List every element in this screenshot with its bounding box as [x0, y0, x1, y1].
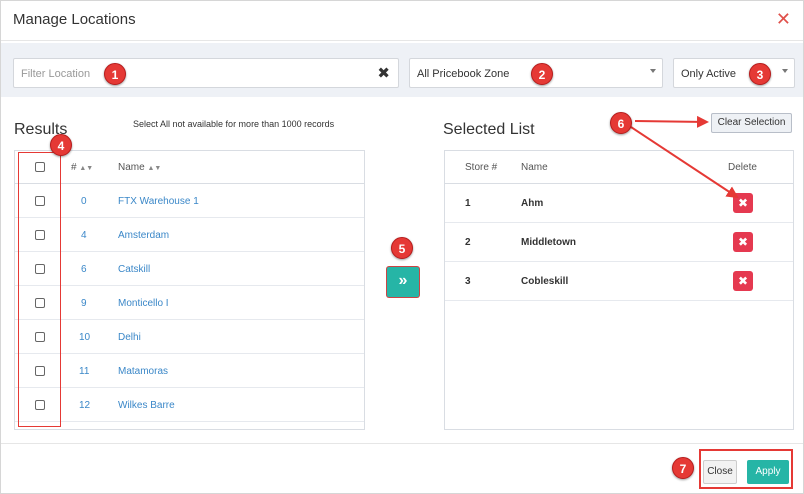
status-select[interactable]: Only Active [673, 58, 795, 88]
table-row: 12 Wilkes Barre [15, 388, 364, 422]
col-delete-header: Delete [728, 162, 757, 173]
delete-button[interactable]: ✖ [733, 193, 753, 213]
row-name-link[interactable]: Catskill [118, 264, 150, 275]
selected-list-title: Selected List [443, 121, 535, 138]
row-number: 9 [81, 298, 87, 309]
sort-icon: ▲▼ [147, 165, 162, 172]
clear-selection-button[interactable]: Clear Selection [711, 113, 792, 133]
sort-icon: ▲▼ [79, 165, 94, 172]
delete-button[interactable]: ✖ [733, 271, 753, 291]
store-name: Ahm [521, 198, 544, 209]
row-checkbox[interactable] [35, 230, 45, 240]
selected-row: 2 Middletown ✖ [445, 223, 793, 262]
chevron-down-icon [650, 69, 656, 73]
chevron-down-icon [782, 69, 788, 73]
table-row: 4 Amsterdam [15, 218, 364, 252]
store-name: Cobleskill [521, 276, 569, 287]
delete-button[interactable]: ✖ [733, 232, 753, 252]
clear-filter-icon[interactable]: ✖ [377, 64, 390, 82]
row-number: 6 [81, 264, 87, 275]
table-row: 9 Monticello I [15, 286, 364, 320]
results-header: # ▲▼ Name ▲▼ [15, 151, 364, 184]
row-name-link[interactable]: Wilkes Barre [118, 400, 175, 411]
annotation-badge: 2 [531, 63, 553, 85]
results-table: # ▲▼ Name ▲▼ 0 FTX Warehouse 1 4 Amsterd… [14, 150, 365, 430]
status-value: Only Active [681, 68, 737, 80]
annotation-badge: 4 [50, 134, 72, 156]
dialog-title: Manage Locations [13, 11, 136, 28]
annotation-badge: 7 [672, 457, 694, 479]
table-row: 11 Matamoras [15, 354, 364, 388]
annotation-badge: 5 [391, 237, 413, 259]
col-number-header[interactable]: # ▲▼ [71, 162, 93, 173]
row-name-link[interactable]: Delhi [118, 332, 141, 343]
store-number: 3 [465, 276, 471, 287]
row-checkbox[interactable] [35, 196, 45, 206]
table-row: 0 FTX Warehouse 1 [15, 184, 364, 218]
row-number: 4 [81, 230, 87, 241]
select-all-note: Select All not available for more than 1… [133, 119, 335, 129]
dialog-header: Manage Locations ✕ [1, 1, 803, 41]
row-checkbox[interactable] [35, 332, 45, 342]
selected-row: 1 Ahm ✖ [445, 184, 793, 223]
annotation-badge: 1 [104, 63, 126, 85]
row-number: 11 [79, 366, 90, 377]
store-name: Middletown [521, 237, 576, 248]
annotation-badge: 3 [749, 63, 771, 85]
row-checkbox[interactable] [35, 366, 45, 376]
row-name-link[interactable]: Amsterdam [118, 230, 169, 241]
row-name-link[interactable]: FTX Warehouse 1 [118, 196, 199, 207]
arrow-to-clear-selection [634, 115, 709, 128]
pricebook-zone-value: All Pricebook Zone [417, 68, 510, 80]
apply-button[interactable]: Apply [747, 460, 789, 484]
filter-location-placeholder: Filter Location [21, 68, 91, 80]
close-icon[interactable]: ✕ [776, 9, 791, 29]
selected-table: Store # Name Delete 1 Ahm ✖ 2 Middletown… [444, 150, 794, 430]
col-name-header: Name [521, 162, 548, 173]
annotation-badge: 6 [610, 112, 632, 134]
row-number: 0 [81, 196, 87, 207]
close-button[interactable]: Close [703, 460, 737, 484]
move-to-selected-button[interactable]: » [387, 267, 419, 297]
selected-header: Store # Name Delete [445, 151, 793, 184]
select-all-checkbox[interactable] [35, 162, 45, 172]
col-store-header: Store # [465, 162, 498, 173]
row-checkbox[interactable] [35, 298, 45, 308]
col-name-header[interactable]: Name ▲▼ [118, 162, 161, 173]
row-checkbox[interactable] [35, 264, 45, 274]
table-row: 10 Delhi [15, 320, 364, 354]
row-checkbox[interactable] [35, 400, 45, 410]
row-number: 12 [79, 400, 91, 411]
selected-row: 3 Cobleskill ✖ [445, 262, 793, 301]
store-number: 2 [465, 237, 471, 248]
filter-location-input[interactable]: Filter Location ✖ [13, 58, 399, 88]
manage-locations-dialog: Manage Locations ✕ Filter Location ✖ All… [0, 0, 804, 494]
store-number: 1 [465, 198, 471, 209]
table-row: 6 Catskill [15, 252, 364, 286]
row-name-link[interactable]: Matamoras [118, 366, 168, 377]
row-name-link[interactable]: Monticello I [118, 298, 169, 309]
row-number: 10 [79, 332, 91, 343]
